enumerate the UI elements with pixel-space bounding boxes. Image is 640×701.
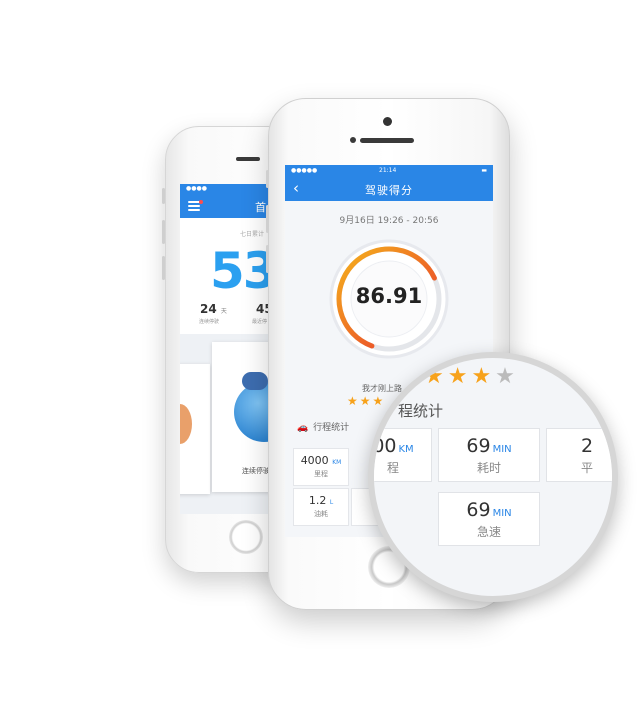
back-home-button (229, 520, 263, 554)
zoomed-cell-speeding: 69 MIN 急速 (438, 492, 540, 546)
trip-stats-header: 🚗 行程统计 (297, 420, 349, 433)
zoomed-duration-label: 耗时 (476, 461, 501, 475)
back-stat-days: 24 天 (200, 302, 227, 316)
back-card-label: 连续停驶 (242, 467, 270, 475)
back-side-switch (162, 188, 165, 204)
battery-icon: ▬ (481, 167, 487, 174)
stat-cell-fuel: 1.2 L 油耗 (293, 488, 349, 526)
front-status-bar: ●●●●● 21:14 ▬ (285, 165, 493, 177)
back-stat-days-label: 连续停驶 (199, 319, 220, 325)
distance-label: 里程 (314, 470, 328, 478)
zoomed-average-label: 平 (580, 461, 593, 475)
zoomed-duration-unit: MIN (492, 444, 512, 455)
back-nav-title: 首 (255, 201, 266, 214)
driving-score: 86.91 (355, 284, 423, 308)
fuel-label: 油耗 (314, 510, 328, 518)
page-title: 驾驶得分 (365, 184, 413, 197)
front-volume-up (266, 205, 269, 233)
trip-date: 9月16日 19:26 - 20:56 (339, 216, 439, 226)
back-volume-down (162, 256, 165, 280)
front-volume-down (266, 245, 269, 273)
notification-dot-icon (199, 200, 203, 204)
distance-value: 4000 (300, 454, 329, 467)
front-camera-icon (383, 117, 392, 126)
back-phone-speaker (236, 157, 260, 161)
stat-cell-distance: 4000 KM 里程 (293, 448, 349, 486)
signal-icon: ●●●●● (291, 167, 318, 174)
back-stat-days-value: 24 (200, 302, 217, 316)
zoomed-cell-distance: 00 KM 程 (372, 428, 432, 482)
back-volume-up (162, 220, 165, 244)
zoomed-speeding-label: 急速 (476, 525, 501, 539)
distance-unit: KM (332, 459, 342, 466)
fuel-value: 1.2 (308, 494, 327, 507)
front-nav-bar: ‹ 驾驶得分 (285, 177, 493, 201)
zoomed-speeding-unit: MIN (492, 508, 512, 519)
zoomed-cell-duration: 69 MIN 耗时 (438, 428, 540, 482)
zoomed-star-rating: ★★★★ (424, 364, 519, 389)
back-stat-days-unit: 天 (220, 308, 227, 315)
proximity-sensor (350, 137, 356, 143)
back-left-card[interactable] (180, 364, 210, 494)
front-speaker (360, 138, 414, 143)
zoomed-cell-average: 2 平 (546, 428, 612, 482)
back-stat-two-label: 最近停 (252, 319, 268, 325)
zoomed-distance-label: 程 (386, 461, 399, 475)
zoomed-distance-value: 00 (372, 435, 397, 457)
magnifier-zoom: ★★★★ 程统计 00 KM 程 69 MIN 耗时 2 平 69 MIN 急速 (368, 352, 618, 602)
fuel-unit: L (329, 499, 334, 506)
status-time: 21:14 (379, 167, 397, 174)
back-subtitle: 七日累计 (240, 231, 265, 238)
zoomed-average-value: 2 (580, 435, 594, 457)
zoomed-section-title: 程统计 (398, 402, 444, 420)
zoomed-stars-empty: ★ (495, 364, 519, 389)
car-icon: 🚗 (297, 423, 309, 433)
zoomed-distance-unit: KM (398, 444, 414, 455)
trip-stats-title: 行程统计 (313, 423, 350, 433)
zoomed-speeding-value: 69 (466, 499, 491, 521)
zoomed-duration-value: 69 (466, 435, 491, 457)
front-side-switch (266, 170, 269, 188)
character-illustration-icon (180, 404, 192, 444)
car-illustration-icon (242, 372, 268, 390)
zoomed-stars-filled: ★★★ (424, 364, 496, 389)
